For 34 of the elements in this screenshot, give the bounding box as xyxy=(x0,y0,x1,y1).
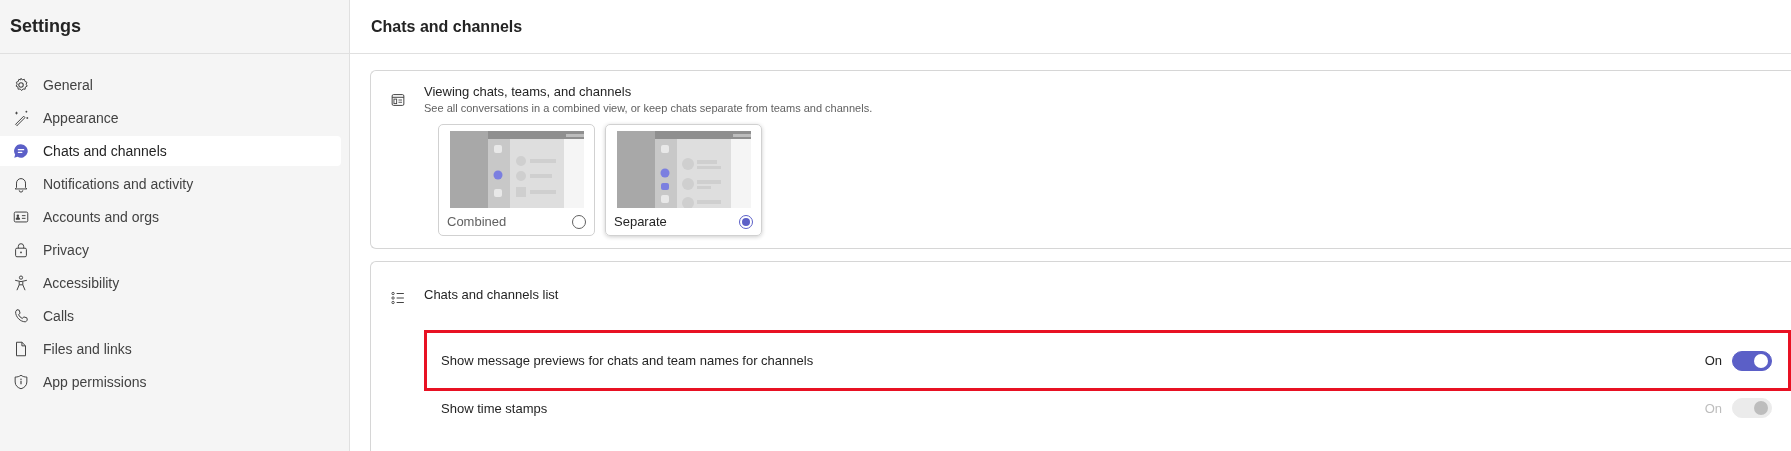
chat-icon xyxy=(12,142,30,160)
contact-card-icon xyxy=(12,208,30,226)
wand-icon xyxy=(12,109,30,127)
page-title: Chats and channels xyxy=(371,17,523,36)
section-title: Chats and channels list xyxy=(424,287,559,302)
sidebar-title: Settings xyxy=(10,16,81,37)
layout-option[interactable]: Separate xyxy=(605,124,762,236)
sidebar-item[interactable]: General xyxy=(0,70,341,100)
toggle-state: On xyxy=(1704,400,1722,416)
sidebar-item[interactable]: Privacy xyxy=(0,235,341,265)
toggle-switch[interactable] xyxy=(1732,350,1772,371)
toggle-state: On xyxy=(1704,353,1722,368)
layout-option[interactable]: Combined xyxy=(438,124,595,236)
sidebar-item[interactable]: Notifications and activity xyxy=(0,169,341,199)
setting-label: Show time stamps xyxy=(441,400,549,416)
setting-label: Show message previews for chats and team names for channels xyxy=(441,353,815,368)
sidebar-item[interactable]: Files and links xyxy=(0,334,341,364)
list-icon xyxy=(389,289,407,307)
sidebar-item[interactable]: Chats and channels xyxy=(0,136,341,166)
bell-icon xyxy=(12,175,30,193)
lock-icon xyxy=(12,241,30,259)
sidebar-item[interactable]: Calls xyxy=(0,301,341,331)
option-label: Separate xyxy=(614,214,667,229)
shield-icon xyxy=(12,373,30,391)
section-title: Viewing chats, teams, and channels xyxy=(424,84,633,99)
accessibility-icon xyxy=(12,274,30,292)
sidebar-item[interactable]: Appearance xyxy=(0,103,341,133)
sidebar-item[interactable]: Accessibility xyxy=(0,268,341,298)
section-description: See all conversations in a combined view, or keep chats separate from teams and channels. xyxy=(424,102,873,114)
phone-icon xyxy=(12,307,30,325)
layout-icon xyxy=(389,91,407,109)
sidebar-item[interactable]: App permissions xyxy=(0,367,341,397)
option-label: Combined xyxy=(447,214,507,229)
sidebar-item[interactable]: Accounts and orgs xyxy=(0,202,341,232)
